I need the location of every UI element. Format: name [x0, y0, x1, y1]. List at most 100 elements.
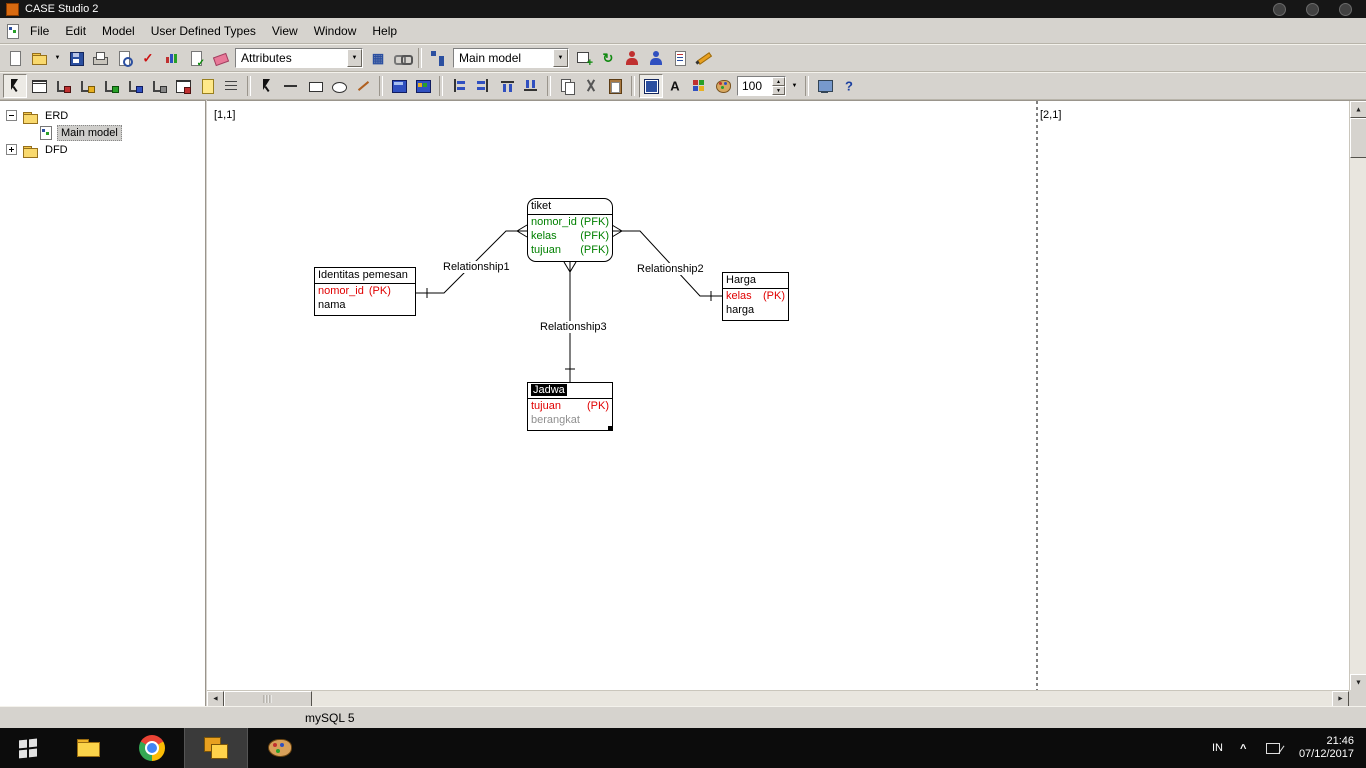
label-tool-button[interactable]: [195, 74, 219, 98]
selection-handle[interactable]: [608, 426, 613, 431]
model-statistics-button[interactable]: [160, 46, 184, 70]
verify-model-button[interactable]: [136, 46, 160, 70]
print-button[interactable]: [88, 46, 112, 70]
presentation-button[interactable]: [813, 74, 837, 98]
menu-model[interactable]: Model: [94, 21, 143, 41]
pointer-tool-button[interactable]: [255, 74, 279, 98]
tree-item-erd[interactable]: ERD: [0, 107, 205, 124]
entity-tool-button[interactable]: [27, 74, 51, 98]
menu-edit[interactable]: Edit: [57, 21, 94, 41]
scroll-left-button[interactable]: [207, 691, 224, 707]
format-mode-button[interactable]: [639, 74, 663, 98]
attribute-list-button[interactable]: [366, 46, 390, 70]
open-model-dropdown-button[interactable]: [51, 46, 64, 70]
print-preview-button[interactable]: [112, 46, 136, 70]
maximize-button[interactable]: [1306, 2, 1319, 16]
model-overview-button[interactable]: [426, 46, 450, 70]
start-button[interactable]: [0, 728, 56, 768]
entity-tiket[interactable]: tiket nomor_id (PFK) kelas (PFK) tujuan (PFK): [527, 198, 613, 262]
help-button[interactable]: [837, 74, 861, 98]
menu-window[interactable]: Window: [306, 21, 365, 41]
entity-jadwa[interactable]: Jadwa tujuan (PK) berangkat: [527, 382, 613, 431]
scroll-down-button[interactable]: [1350, 674, 1366, 691]
align-left-button[interactable]: [447, 74, 471, 98]
copy-button[interactable]: [555, 74, 579, 98]
align-left-icon: [450, 77, 468, 95]
display-format-button[interactable]: [411, 74, 435, 98]
scroll-up-button[interactable]: [1350, 101, 1366, 118]
relationship-tool-button[interactable]: [51, 74, 75, 98]
tree-expander-minus[interactable]: [6, 110, 17, 121]
align-top-button[interactable]: [495, 74, 519, 98]
category-tool-button[interactable]: [171, 74, 195, 98]
zoom-control-increase[interactable]: [772, 77, 785, 86]
generate-script-button[interactable]: [184, 46, 208, 70]
tree-item-main-model[interactable]: Main model: [0, 124, 205, 141]
select-tool-button[interactable]: [3, 74, 27, 98]
entity-harga[interactable]: Harga kelas (PK) harga: [722, 272, 789, 321]
vertical-scroll-thumb[interactable]: [1350, 118, 1366, 158]
menu-view[interactable]: View: [264, 21, 306, 41]
add-submodel-button[interactable]: [572, 46, 596, 70]
entity-identitas-pemesan[interactable]: Identitas pemesan nomor_id (PK) nama: [314, 267, 416, 316]
identifying-relationship-tool-button[interactable]: [99, 74, 123, 98]
ellipse-tool-button[interactable]: [327, 74, 351, 98]
diagram-canvas[interactable]: [1,1] [2,1] tiket nomor_id (PFK) kelas (PFK) tu…: [207, 101, 1349, 691]
open-model-button[interactable]: [27, 46, 51, 70]
relation-list-button[interactable]: [390, 46, 414, 70]
menu-user-defined-types[interactable]: User Defined Types: [143, 21, 264, 41]
reports-button[interactable]: [668, 46, 692, 70]
ellipse-tool-icon: [330, 77, 348, 95]
zoom-dropdown-button[interactable]: [788, 74, 801, 98]
taskbar-paint-app[interactable]: [248, 728, 312, 768]
font-button[interactable]: [663, 74, 687, 98]
relationship-label[interactable]: Relationship2: [636, 263, 705, 275]
paste-button[interactable]: [603, 74, 627, 98]
informative-relationship-tool-button[interactable]: [123, 74, 147, 98]
horizontal-scroll-thumb[interactable]: [224, 691, 312, 707]
tree-item-dfd[interactable]: DFD: [0, 141, 205, 158]
refresh-model-button[interactable]: [596, 46, 620, 70]
non-identifying-relationship-tool-button[interactable]: [75, 74, 99, 98]
relationship-label[interactable]: Relationship1: [442, 261, 511, 273]
pen-tool-button[interactable]: [351, 74, 375, 98]
cut-button[interactable]: [579, 74, 603, 98]
save-model-button[interactable]: [64, 46, 88, 70]
menu-help[interactable]: Help: [364, 21, 405, 41]
user-permissions-button[interactable]: [644, 46, 668, 70]
relationship-label[interactable]: Relationship3: [539, 321, 608, 333]
tablet-display-icon[interactable]: [1265, 739, 1283, 757]
recursive-relationship-tool-button[interactable]: [147, 74, 171, 98]
zoom-control-decrease[interactable]: [772, 86, 785, 95]
align-right-button[interactable]: [471, 74, 495, 98]
attributes-combo-dropdown-icon[interactable]: [347, 49, 362, 67]
palette-button[interactable]: [711, 74, 735, 98]
taskbar-case-studio[interactable]: [184, 728, 248, 768]
taskbar-clock[interactable]: 21:46 07/12/2017: [1299, 735, 1354, 761]
hidden-icons-chevron[interactable]: [1239, 741, 1249, 755]
color-settings-button[interactable]: [687, 74, 711, 98]
language-indicator[interactable]: IN: [1212, 742, 1223, 754]
model-combo[interactable]: Main model: [453, 48, 569, 68]
close-button[interactable]: [1339, 2, 1352, 16]
display-mode-button[interactable]: [387, 74, 411, 98]
align-bottom-button[interactable]: [519, 74, 543, 98]
taskbar-file-explorer[interactable]: [56, 728, 120, 768]
menu-file[interactable]: File: [22, 21, 57, 41]
scroll-right-button[interactable]: [1332, 691, 1349, 707]
vertical-scrollbar[interactable]: [1349, 101, 1366, 691]
edit-script-button[interactable]: [692, 46, 716, 70]
user-manager-button[interactable]: [620, 46, 644, 70]
zoom-control[interactable]: 100: [737, 76, 786, 96]
eraser-button[interactable]: [208, 46, 232, 70]
attributes-combo[interactable]: Attributes: [235, 48, 363, 68]
rectangle-tool-button[interactable]: [303, 74, 327, 98]
line-tool-button[interactable]: [279, 74, 303, 98]
horizontal-scrollbar[interactable]: [207, 690, 1349, 707]
minimize-button[interactable]: [1273, 2, 1286, 16]
model-combo-dropdown-icon[interactable]: [553, 49, 568, 67]
line-style-tool-button[interactable]: [219, 74, 243, 98]
taskbar-chrome[interactable]: [120, 728, 184, 768]
new-model-button[interactable]: [3, 46, 27, 70]
tree-expander-plus[interactable]: [6, 144, 17, 155]
